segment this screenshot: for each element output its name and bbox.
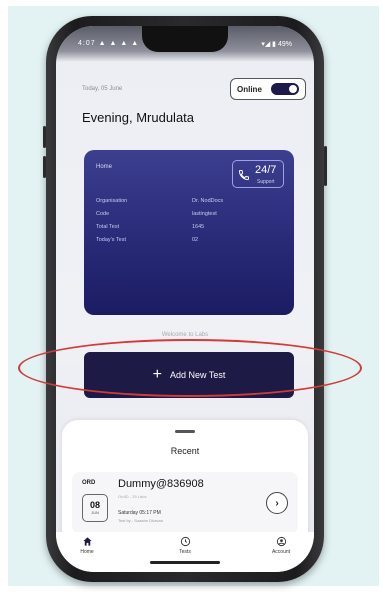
date-badge: 08 JUN xyxy=(82,494,108,522)
notch xyxy=(142,26,228,52)
phone-icon xyxy=(238,170,249,181)
account-icon xyxy=(276,536,286,547)
test-order-id: OrdID - 25 Labs xyxy=(118,494,147,499)
phone-frame: 4:07 ▲ ▲ ▲ ▲ ▾◢ ▮ 49% Today, 05 June Onl… xyxy=(43,16,327,582)
volume-down-button xyxy=(43,156,46,178)
detail-value: 02 xyxy=(192,237,199,243)
nav-account[interactable]: Account xyxy=(256,536,306,555)
nav-account-label: Account xyxy=(271,549,291,555)
date-month: JUN xyxy=(91,510,99,515)
order-label: ORD xyxy=(82,480,96,486)
card-title: Home xyxy=(96,164,113,170)
detail-row-total-test: Total Test 1645 xyxy=(96,224,286,237)
home-icon xyxy=(82,537,92,546)
support-label: Support xyxy=(257,179,275,185)
support-hours: 24/7 xyxy=(255,164,277,176)
nav-tests[interactable]: Tests xyxy=(160,536,210,555)
power-button xyxy=(324,146,327,186)
test-name: Dummy@836908 xyxy=(118,478,204,490)
date-label: Today, 05 June xyxy=(82,86,123,92)
detail-row-todays-test: Today's Test 02 xyxy=(96,237,286,250)
add-new-test-label: Add New Test xyxy=(169,370,226,380)
welcome-text: Welcome to Labs xyxy=(161,332,209,338)
recent-title: Recent xyxy=(170,446,200,456)
test-by: Test by - Soaahn Dhavan xyxy=(118,518,163,523)
home-indicator xyxy=(150,561,220,564)
recent-panel: Recent ORD 08 JUN Dummy@836908 OrdID - 2… xyxy=(62,420,308,550)
detail-key: Today's Test xyxy=(96,237,126,243)
open-test-button[interactable]: › xyxy=(266,492,288,514)
greeting-title: Evening, Mrudulata xyxy=(82,110,195,125)
detail-key: Organisation xyxy=(96,198,128,204)
detail-row-organisation: Organisation Dr. NodDocs xyxy=(96,198,286,211)
lab-info-card: Home 24/7 Support Organisation Dr. NodDo… xyxy=(84,150,294,315)
detail-value: 1645 xyxy=(192,224,205,230)
detail-value: lastingtest xyxy=(192,211,217,217)
online-label: Online xyxy=(237,84,262,94)
app-screen: 4:07 ▲ ▲ ▲ ▲ ▾◢ ▮ 49% Today, 05 June Onl… xyxy=(56,26,314,572)
drag-handle[interactable] xyxy=(175,430,195,433)
detail-key: Total Test xyxy=(96,224,120,230)
chevron-right-icon: › xyxy=(275,497,279,509)
plus-icon: + xyxy=(152,366,162,383)
detail-key: Code xyxy=(96,211,110,217)
test-datetime: Saturday 05:17 PM xyxy=(118,510,161,516)
nav-home-label: Home xyxy=(80,549,94,555)
detail-value: Dr. NodDocs xyxy=(192,198,224,204)
status-time: 4:07 ▲ ▲ ▲ ▲ xyxy=(78,40,140,47)
support-button[interactable]: 24/7 Support xyxy=(232,160,284,188)
switch-knob xyxy=(288,84,298,94)
clock-icon xyxy=(180,536,190,547)
bottom-nav: Home Tests Account xyxy=(56,532,314,572)
online-switch[interactable] xyxy=(271,83,299,95)
online-toggle[interactable]: Online xyxy=(230,78,306,100)
date-day: 08 xyxy=(89,500,100,510)
add-new-test-button[interactable]: + Add New Test xyxy=(84,352,294,398)
volume-up-button xyxy=(43,126,46,148)
detail-row-code: Code lastingtest xyxy=(96,211,286,224)
card-details: Organisation Dr. NodDocs Code lastingtes… xyxy=(96,198,286,250)
nav-home[interactable]: Home xyxy=(62,536,112,555)
nav-tests-label: Tests xyxy=(179,549,191,555)
status-indicators: ▾◢ ▮ 49% xyxy=(261,41,292,48)
recent-test-item[interactable]: ORD 08 JUN Dummy@836908 OrdID - 25 Labs … xyxy=(72,472,298,534)
